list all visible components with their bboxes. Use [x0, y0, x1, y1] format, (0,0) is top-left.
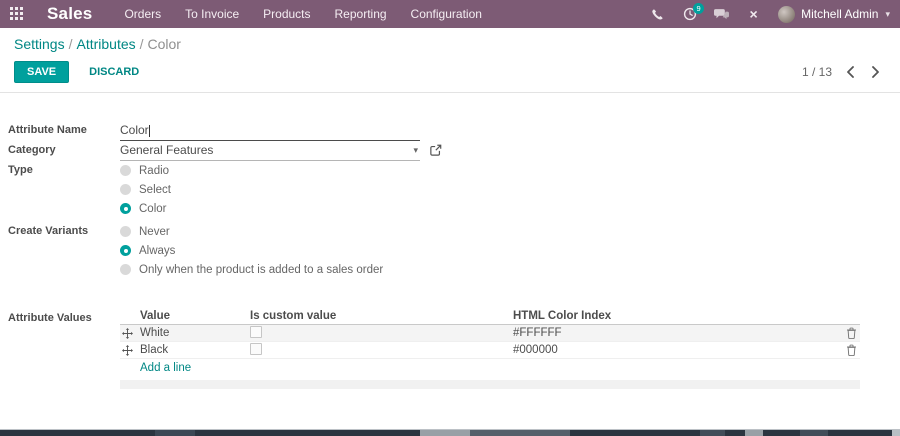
menu-item-configuration[interactable]: Configuration [411, 7, 482, 21]
column-header-color-index[interactable]: HTML Color Index [513, 310, 840, 322]
radio-icon[interactable] [120, 264, 131, 275]
type-label: Type [8, 164, 33, 176]
messages-icon[interactable] [714, 7, 730, 22]
menu-item-orders[interactable]: Orders [124, 7, 161, 21]
navbar-right: 9 × Mitchell Admin ▾ [650, 2, 890, 23]
attribute-form: Attribute Name Color Category General Fe… [0, 93, 900, 389]
main-menu: Orders To Invoice Products Reporting Con… [124, 7, 482, 21]
menu-item-reporting[interactable]: Reporting [335, 7, 387, 21]
user-name: Mitchell Admin [801, 7, 879, 21]
table-header-row: Value Is custom value HTML Color Index [120, 309, 860, 325]
create-variants-label: Create Variants [8, 225, 89, 237]
attribute-name-label: Attribute Name [8, 124, 87, 136]
apps-grid-icon[interactable] [10, 6, 25, 22]
radio-option-never[interactable]: Never [120, 222, 383, 241]
value-cell[interactable]: Black [140, 344, 250, 356]
attribute-values-label: Attribute Values [8, 312, 92, 324]
radio-icon[interactable] [120, 184, 131, 195]
user-avatar [778, 5, 796, 23]
category-label: Category [8, 144, 56, 156]
breadcrumb-separator: / [68, 36, 73, 52]
table-footer-strip [120, 380, 860, 389]
color-index-cell[interactable]: #FFFFFF [513, 327, 840, 339]
create-variants-radio-group: Never Always Only when the product is ad… [120, 222, 383, 279]
breadcrumb-separator: / [139, 36, 144, 52]
taskbar-edge [0, 429, 900, 436]
delete-row-icon[interactable] [846, 327, 857, 339]
is-custom-checkbox[interactable] [250, 342, 262, 355]
breadcrumb-current: Color [147, 36, 181, 52]
drag-handle-icon[interactable] [122, 327, 133, 339]
app-brand[interactable]: Sales [47, 4, 92, 24]
radio-icon[interactable] [120, 245, 131, 256]
pager-next-button[interactable] [871, 66, 880, 78]
phone-icon[interactable] [650, 7, 665, 22]
attribute-values-table: Value Is custom value HTML Color Index W… [120, 309, 860, 389]
breadcrumb: Settings / Attributes / Color [14, 36, 886, 52]
radio-option-only-sales-order[interactable]: Only when the product is added to a sale… [120, 260, 383, 279]
radio-option-select[interactable]: Select [120, 180, 171, 199]
drag-handle-icon[interactable] [122, 344, 133, 356]
table-row[interactable]: White #FFFFFF [120, 325, 860, 342]
pager-count: 1 / 13 [801, 65, 832, 79]
radio-option-color[interactable]: Color [120, 199, 171, 218]
radio-icon[interactable] [120, 165, 131, 176]
radio-icon[interactable] [120, 226, 131, 237]
category-select[interactable]: General Features [120, 141, 420, 161]
column-header-is-custom[interactable]: Is custom value [250, 310, 513, 322]
delete-row-icon[interactable] [846, 344, 857, 356]
breadcrumb-attributes[interactable]: Attributes [76, 36, 135, 52]
breadcrumb-settings[interactable]: Settings [14, 36, 65, 52]
column-header-value[interactable]: Value [140, 310, 250, 322]
record-pager: 1 / 13 [802, 65, 886, 79]
type-radio-group: Radio Select Color [120, 161, 171, 218]
pager-previous-button[interactable] [846, 66, 855, 78]
radio-icon[interactable] [120, 203, 131, 214]
chevron-down-icon: ▾ [885, 8, 890, 19]
top-navbar: Sales Orders To Invoice Products Reporti… [0, 0, 900, 28]
radio-option-always[interactable]: Always [120, 241, 383, 260]
attribute-name-input[interactable]: Color [120, 121, 420, 141]
app-window: Sales Orders To Invoice Products Reporti… [0, 0, 900, 436]
chevron-down-icon[interactable]: ▾ [413, 145, 418, 156]
activity-badge: 9 [693, 2, 705, 14]
color-index-cell[interactable]: #000000 [513, 344, 840, 356]
save-button[interactable]: SAVE [14, 61, 70, 83]
discard-button[interactable]: DISCARD [77, 62, 151, 82]
menu-item-to-invoice[interactable]: To Invoice [185, 7, 239, 21]
add-line-row: Add a line [120, 359, 860, 376]
user-menu[interactable]: Mitchell Admin ▾ [778, 5, 890, 23]
text-cursor [148, 125, 150, 137]
tools-icon[interactable]: × [746, 7, 761, 22]
table-row[interactable]: Black #000000 [120, 342, 860, 359]
is-custom-checkbox[interactable] [250, 325, 262, 338]
activity-clock-icon[interactable]: 9 [682, 2, 705, 22]
add-a-line-link[interactable]: Add a line [120, 362, 191, 374]
control-panel: Settings / Attributes / Color SAVE DISCARD 1… [0, 28, 900, 93]
external-link-icon[interactable] [430, 143, 442, 161]
radio-option-radio[interactable]: Radio [120, 161, 171, 180]
value-cell[interactable]: White [140, 327, 250, 339]
menu-item-products[interactable]: Products [263, 7, 310, 21]
